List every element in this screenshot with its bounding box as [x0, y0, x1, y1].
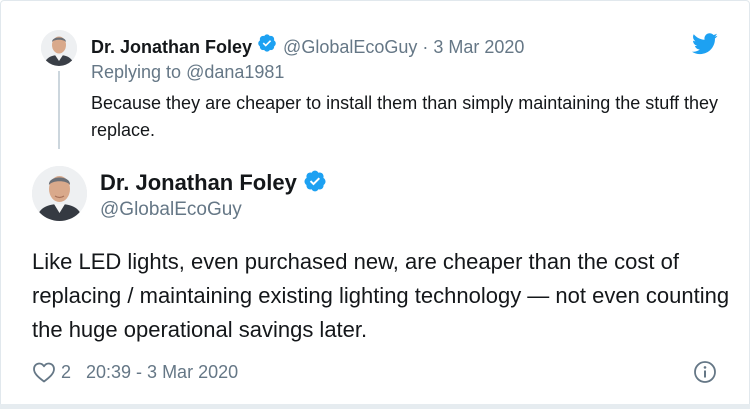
- author-name[interactable]: Dr. Jonathan Foley: [100, 170, 297, 196]
- tweet-footer: 2 20:39 - 3 Mar 2020: [32, 359, 238, 385]
- heart-icon[interactable]: [32, 361, 56, 383]
- embedded-tweet-card: Dr. Jonathan Foley @GlobalEcoGuy · 3 Mar…: [0, 0, 750, 409]
- thread-connector: [58, 71, 60, 149]
- verified-badge-icon: [257, 33, 277, 58]
- main-tweet-author: Dr. Jonathan Foley: [100, 168, 327, 198]
- tweet-timestamp[interactable]: 20:39 - 3 Mar 2020: [86, 362, 238, 383]
- replying-to-line: Replying to @dana1981: [91, 62, 284, 83]
- author-handle[interactable]: @GlobalEcoGuy: [283, 37, 417, 58]
- like-count[interactable]: 2: [61, 362, 71, 383]
- avatar[interactable]: [41, 30, 77, 66]
- author-handle[interactable]: @GlobalEcoGuy: [100, 199, 242, 221]
- parent-tweet-text: Because they are cheaper to install them…: [91, 93, 719, 140]
- info-icon[interactable]: [693, 360, 717, 384]
- replying-to-handle[interactable]: @dana1981: [186, 62, 284, 82]
- card-bottom-edge: [0, 404, 750, 409]
- replying-to-label: Replying to: [91, 62, 182, 82]
- author-name[interactable]: Dr. Jonathan Foley: [91, 37, 252, 58]
- main-tweet-text: Like LED lights, even purchased new, are…: [32, 249, 730, 342]
- parent-tweet-header: Dr. Jonathan Foley @GlobalEcoGuy · 3 Mar…: [91, 33, 524, 57]
- avatar[interactable]: [32, 166, 87, 221]
- tweet-date[interactable]: 3 Mar 2020: [433, 37, 524, 58]
- twitter-bird-icon[interactable]: [692, 33, 718, 55]
- parent-tweet[interactable]: Dr. Jonathan Foley @GlobalEcoGuy · 3 Mar…: [1, 1, 750, 151]
- verified-badge-icon: [303, 169, 327, 198]
- meta-separator: ·: [422, 37, 429, 57]
